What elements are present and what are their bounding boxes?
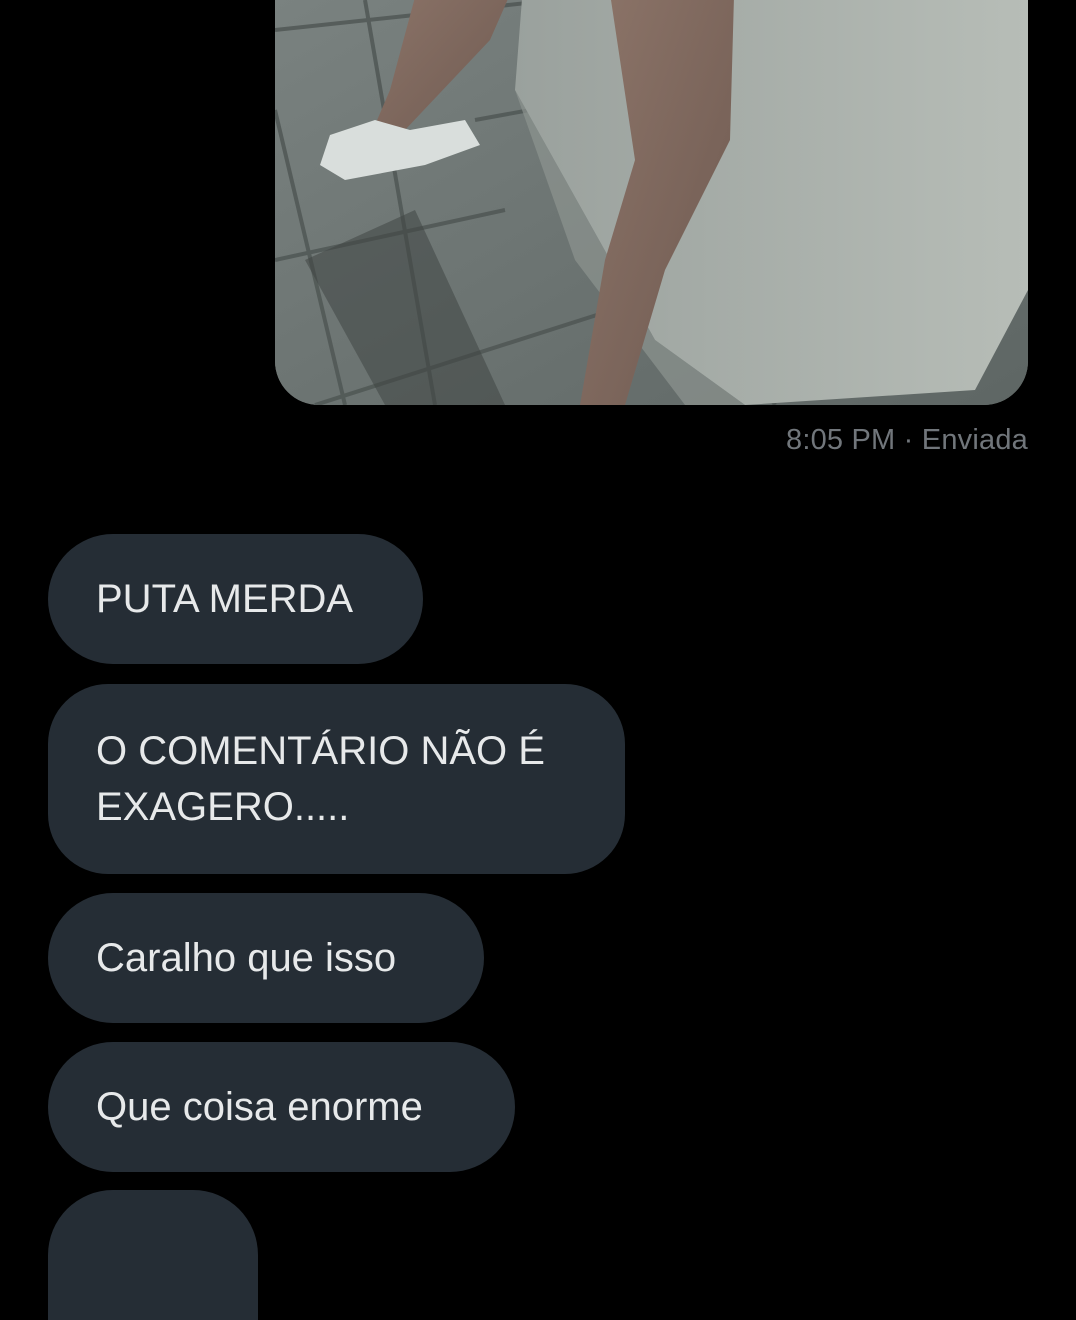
message-text: Que coisa enorme: [96, 1085, 423, 1129]
received-message[interactable]: [48, 1190, 258, 1320]
received-message[interactable]: O COMENTÁRIO NÃO É EXAGERO.....: [48, 684, 625, 874]
message-text: PUTA MERDA: [96, 577, 354, 621]
message-text: O COMENTÁRIO NÃO É EXAGERO.....: [96, 729, 545, 829]
sent-photo[interactable]: [275, 0, 1028, 405]
received-message[interactable]: Caralho que isso: [48, 893, 484, 1023]
received-message[interactable]: PUTA MERDA: [48, 534, 423, 664]
received-message[interactable]: Que coisa enorme: [48, 1042, 515, 1172]
message-status: 8:05 PM · Enviada: [786, 424, 1028, 457]
separator: ·: [903, 424, 914, 456]
message-text: Caralho que isso: [96, 936, 397, 980]
photo-image: [275, 0, 1028, 405]
delivery-status: Enviada: [921, 424, 1028, 456]
timestamp: 8:05 PM: [786, 424, 896, 456]
